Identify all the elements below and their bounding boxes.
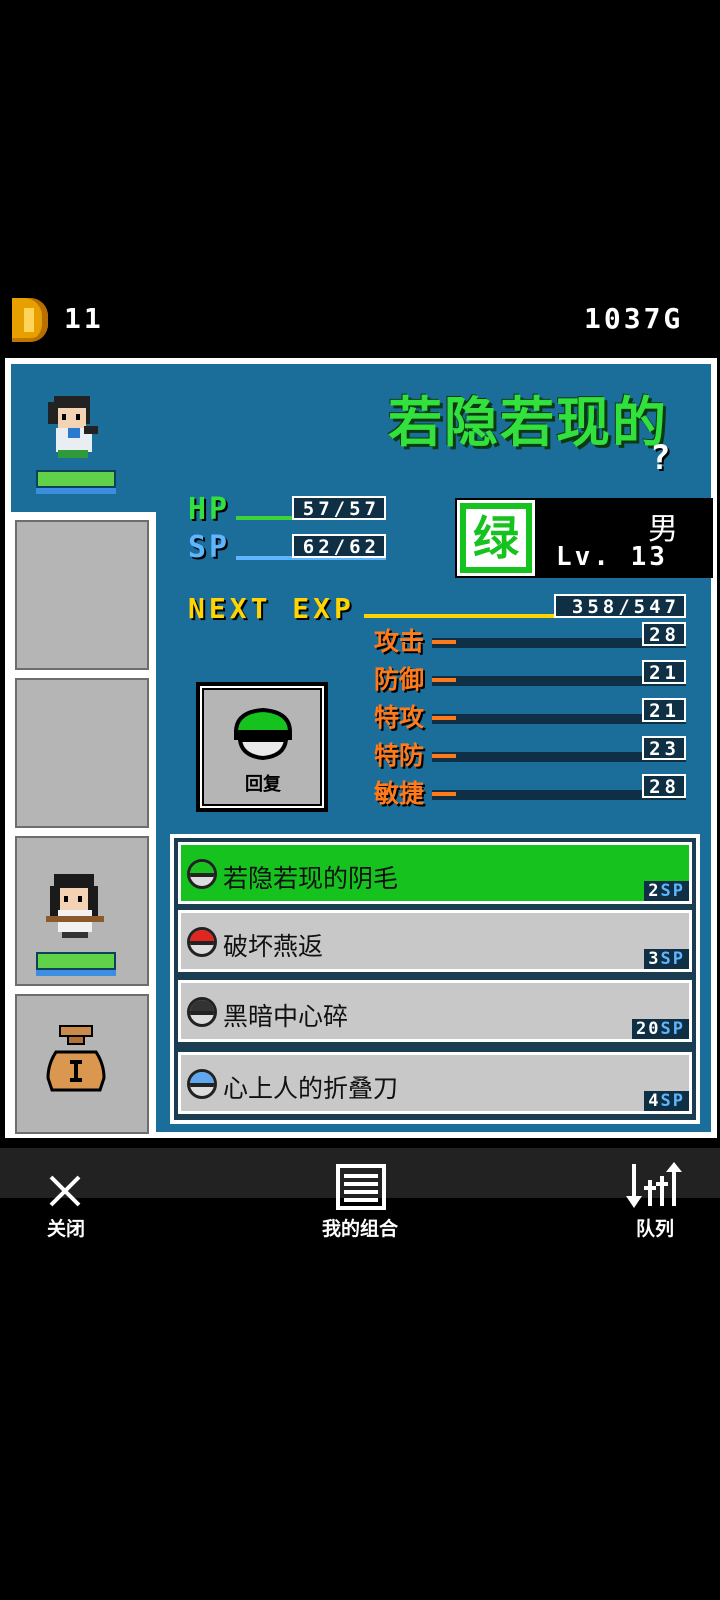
sp-value: 62/62 [292,534,386,558]
character-subtitle: ? [650,438,671,478]
close-label: 关闭 [46,1218,85,1240]
skill-name: 心上人的折叠刀 [223,1074,399,1103]
skill-row[interactable]: 破坏燕返 3SP [178,910,692,972]
stat-label: 防御 [374,665,425,694]
party-slot-empty-1[interactable] [13,518,151,672]
party-member-1-hp-bar [36,470,116,488]
bag-icon[interactable] [42,1024,110,1094]
type-glyph: 绿 [466,509,526,567]
coin-icon [12,298,48,342]
skill-sp-number: 2 [648,881,661,901]
close-button[interactable]: 关闭 [26,1168,106,1240]
sort-icon [626,1162,682,1208]
sp-label: SP [188,530,231,565]
skill-sp-unit: SP [660,949,685,969]
my-combo-button[interactable]: 我的组合 [300,1162,420,1240]
stat-value: 21 [642,660,686,684]
skill-ball-icon [187,997,217,1027]
skill-ball-icon [187,859,217,889]
stat-bar-fill [432,716,456,720]
skill-ball-icon [187,927,217,957]
skill-sp-unit: SP [660,1091,685,1111]
close-icon [49,1175,81,1207]
skill-sp-cost: 2SP [644,881,689,901]
stat-value: 21 [642,698,686,722]
stat-label: 特攻 [374,703,425,732]
exp-label: NEXT EXP [188,592,355,625]
party-member-2-avatar[interactable] [42,872,108,942]
exp-value: 358/547 [554,594,686,618]
skill-row[interactable]: 若隐若现的阴毛 2SP [178,842,692,904]
party-member-2-hp-bar [36,952,116,970]
skill-sp-unit: SP [660,1019,685,1039]
stat-value: 28 [642,774,686,798]
type-badge: 绿 [457,500,535,576]
stat-bar-fill [432,678,456,682]
party-member-1-avatar[interactable] [40,392,106,462]
exp-bar [364,614,575,618]
skill-name: 若隐若现的阴毛 [223,864,399,893]
hp-value: 57/57 [292,496,386,520]
stat-bar-fill [432,754,456,758]
recover-item-label: 回复 [245,774,281,795]
character-name: 若隐若现的 [388,391,668,454]
skill-name: 黑暗中心碎 [223,1002,349,1031]
coin-count: 11 [64,302,104,335]
character-sprite-icon [48,396,98,458]
skill-sp-cost: 3SP [644,949,689,969]
skill-sp-cost: 4SP [644,1091,689,1111]
queue-button[interactable]: 队列 [610,1160,700,1240]
skill-name: 破坏燕返 [223,932,324,961]
party-slot-empty-2[interactable] [13,676,151,830]
skill-row[interactable]: 黑暗中心碎 20SP [178,980,692,1042]
stat-bar-fill [432,640,456,644]
skill-sp-unit: SP [660,881,685,901]
stat-bar-fill [432,792,456,796]
skill-sp-cost: 20SP [632,1019,689,1039]
skill-row[interactable]: 心上人的折叠刀 4SP [178,1052,692,1114]
stat-label: 攻击 [374,627,425,656]
stat-value: 28 [642,622,686,646]
skill-sp-number: 20 [636,1019,661,1039]
gold-amount: 1037G [584,302,684,335]
queue-label: 队列 [635,1218,674,1240]
stat-label: 敏捷 [374,779,425,808]
my-combo-label: 我的组合 [321,1218,398,1240]
hp-label: HP [188,492,231,527]
skill-sp-number: 4 [648,1091,661,1111]
character-sprite-icon [46,874,104,938]
skill-ball-icon [187,1069,217,1099]
list-icon [336,1164,386,1210]
level-label: Lv. 13 [556,542,668,572]
stat-label: 特防 [374,741,425,770]
potion-icon [230,706,296,762]
skill-sp-number: 3 [648,949,661,969]
stat-value: 23 [642,736,686,760]
